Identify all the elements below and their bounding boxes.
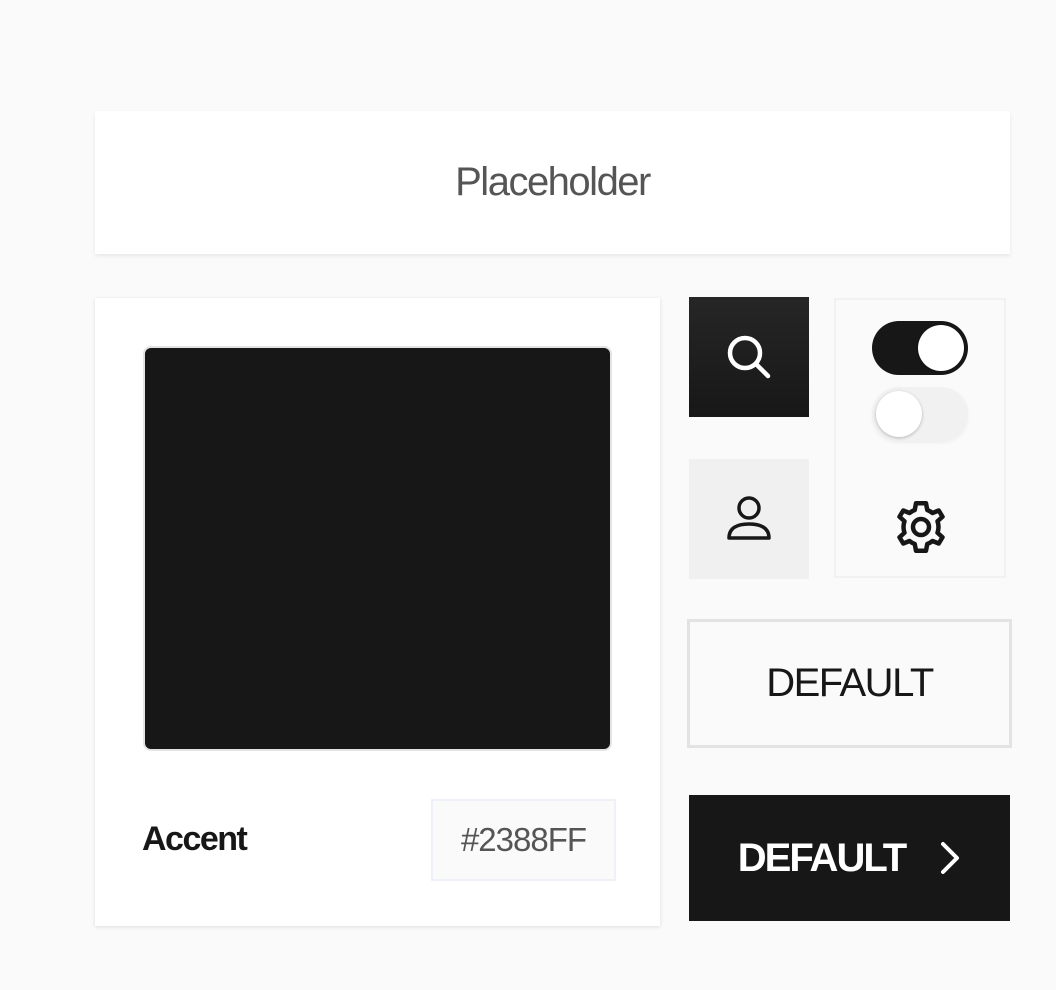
search-input[interactable] (95, 111, 1010, 254)
user-icon (727, 496, 771, 540)
default-outline-button[interactable]: DEFAULT (687, 619, 1012, 748)
search-button[interactable] (689, 297, 809, 417)
gear-icon[interactable] (891, 497, 951, 557)
component-showcase: Accent #2388FF DEFAULT DEFAULT (0, 0, 1056, 990)
toggle-knob (918, 325, 964, 371)
color-swatch[interactable] (143, 346, 612, 751)
color-label: Accent (142, 820, 248, 858)
color-picker-card: Accent #2388FF (95, 298, 660, 926)
button-label: DEFAULT (737, 835, 907, 880)
hex-input[interactable]: #2388FF (431, 799, 616, 881)
chevron-right-icon (941, 842, 960, 874)
user-button[interactable] (689, 459, 809, 579)
button-label: DEFAULT (766, 661, 934, 705)
settings-card (834, 298, 1006, 578)
default-primary-button[interactable]: DEFAULT (689, 795, 1010, 921)
search-icon (727, 335, 771, 379)
toggle-on[interactable] (872, 321, 968, 375)
toggle-knob (876, 391, 922, 437)
toggle-off[interactable] (872, 387, 968, 441)
search-bar (95, 111, 1010, 254)
